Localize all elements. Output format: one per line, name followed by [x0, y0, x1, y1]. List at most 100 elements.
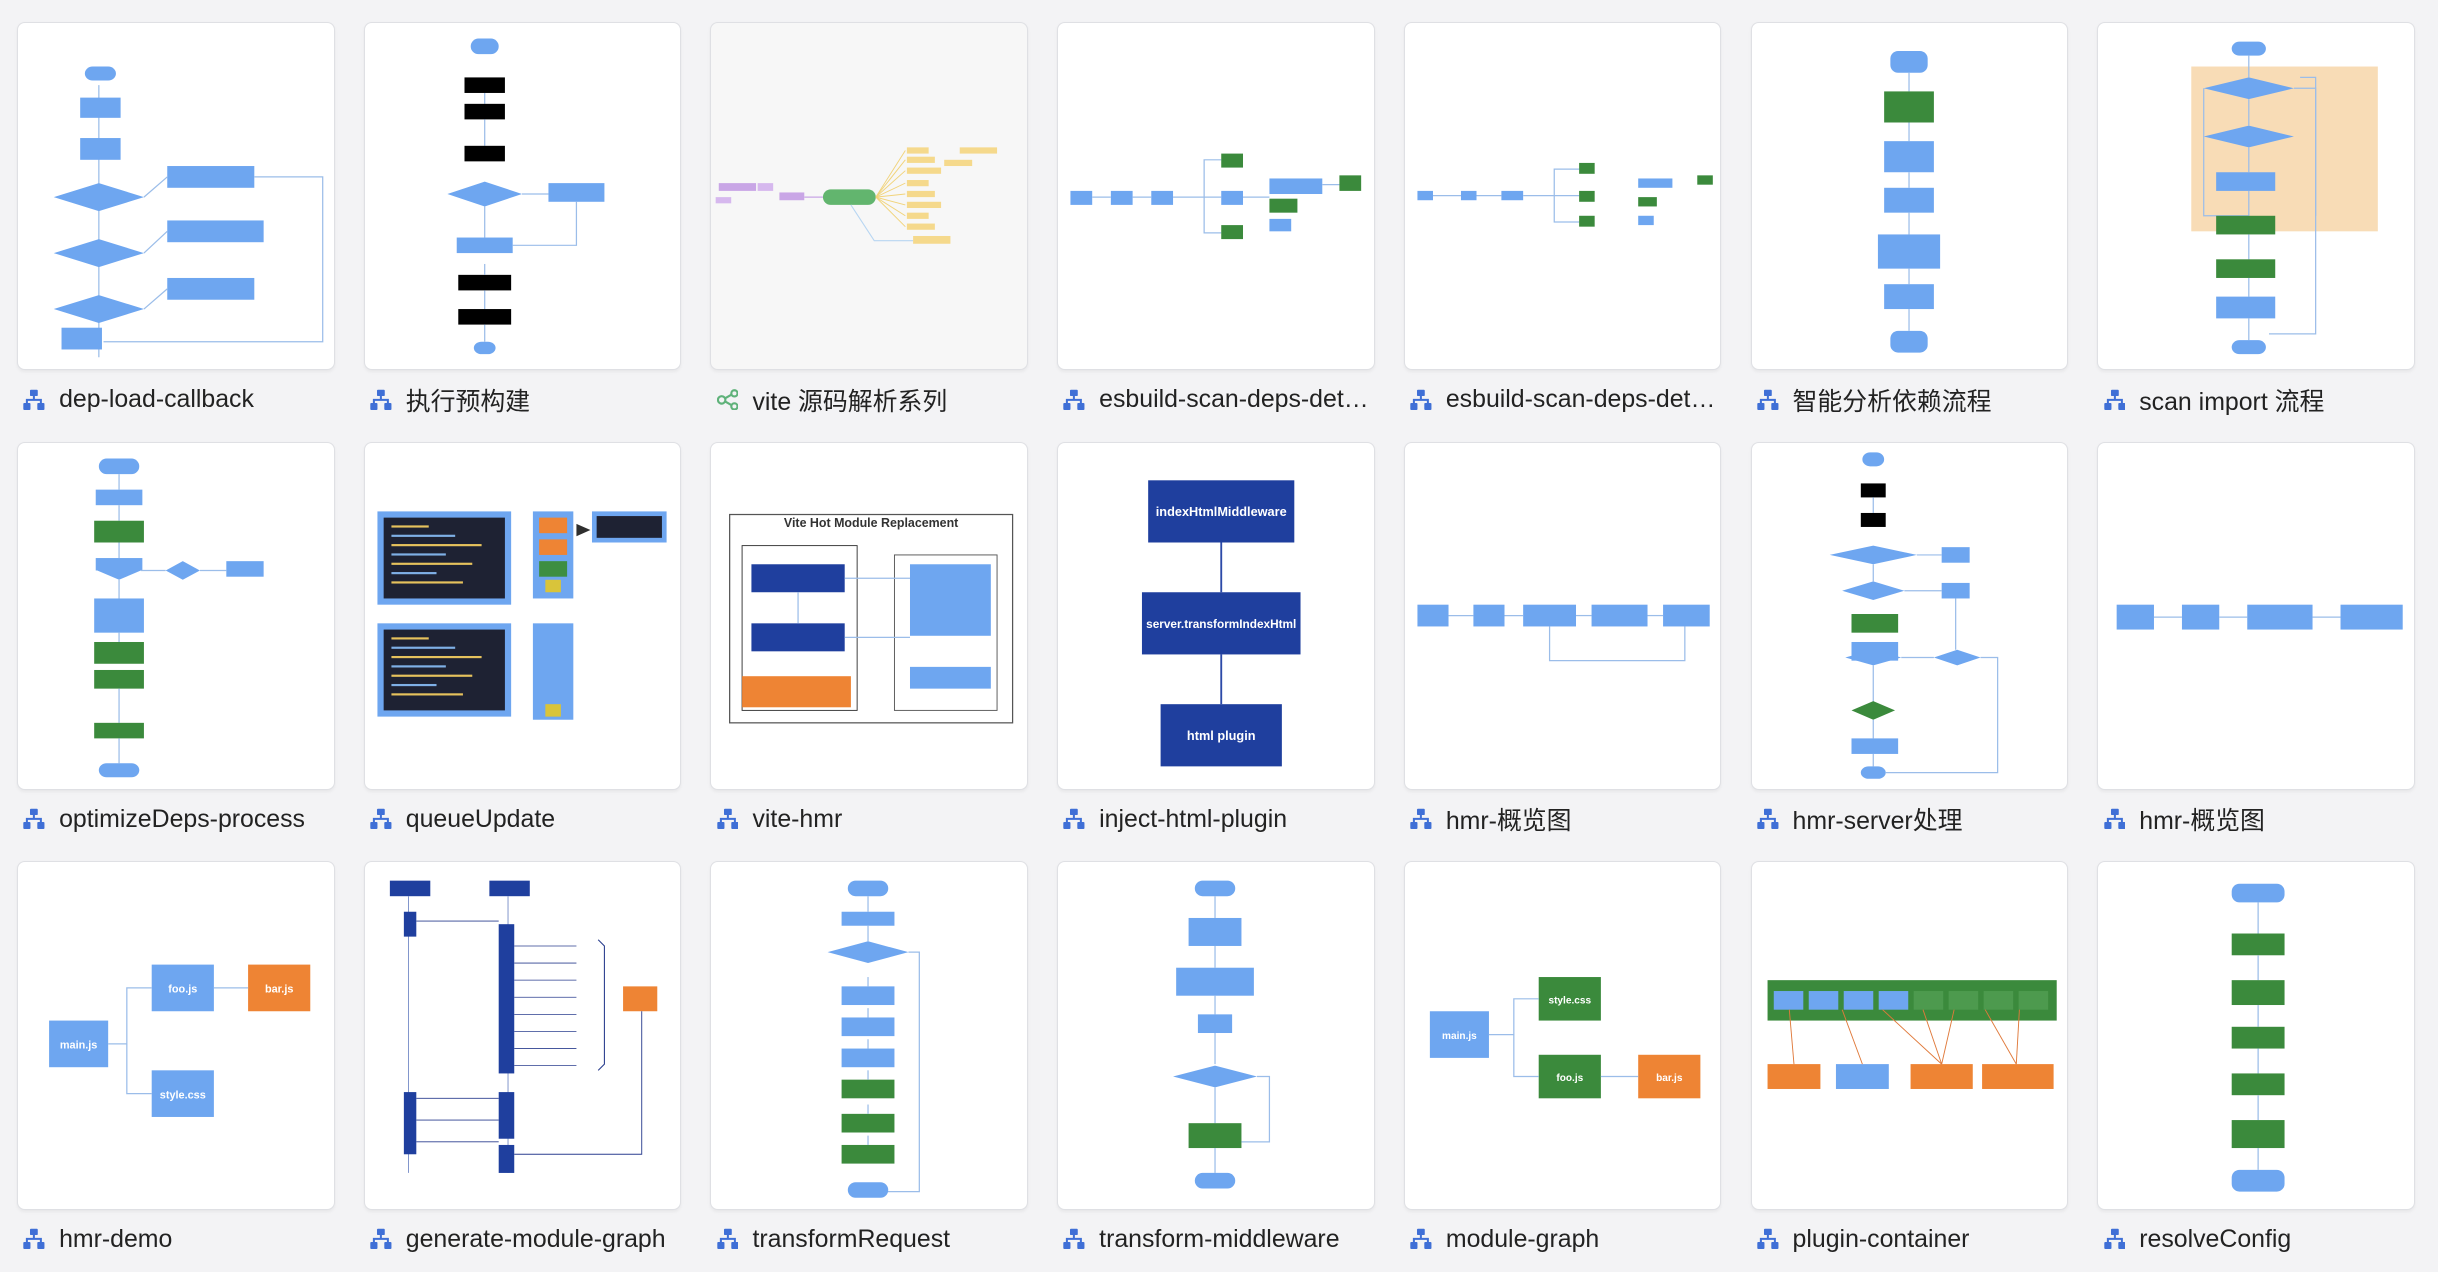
flowchart-icon [1757, 808, 1793, 830]
file-caption[interactable]: scan import 流程 [2103, 382, 2412, 416]
file-title: scan import 流程 [2139, 387, 2325, 416]
file-title: optimizeDeps-process [59, 804, 305, 833]
file-card[interactable]: main.js style.css foo.js bar.js module-graph [1403, 861, 1751, 1257]
file-title: inject-html-plugin [1099, 804, 1288, 833]
file-caption[interactable]: hmr-概览图 [2103, 802, 2412, 836]
flowchart-icon [23, 808, 59, 830]
file-caption[interactable]: vite 源码解析系列 [716, 382, 1025, 416]
flowchart-icon [1063, 808, 1099, 830]
flowchart-icon [23, 389, 59, 411]
diagram-thumbnail[interactable] [710, 861, 1029, 1210]
file-card[interactable]: dep-load-callback [17, 21, 364, 418]
file-card[interactable]: indexHtmlMiddleware server.transformIndex… [1057, 441, 1404, 838]
file-card[interactable]: main.js foo.js bar.js style.css hmr-demo [17, 861, 364, 1257]
file-caption[interactable]: resolveConfig [2103, 1222, 2412, 1256]
file-card[interactable]: transformRequest [710, 861, 1057, 1257]
diagram-thumbnail[interactable] [1750, 861, 2069, 1210]
flowchart-icon [1757, 389, 1793, 411]
flowchart-icon [2103, 389, 2140, 411]
svg-text:bar.js: bar.js [1656, 1074, 1683, 1085]
diagram-thumbnail[interactable] [2097, 861, 2415, 1210]
flowchart-icon [370, 389, 406, 411]
flowchart-icon [1757, 1228, 1793, 1250]
svg-text:foo.js: foo.js [1556, 1074, 1583, 1085]
file-caption[interactable]: module-graph [1410, 1222, 1718, 1256]
file-caption[interactable]: optimizeDeps-process [23, 802, 331, 836]
file-caption[interactable]: vite-hmr [717, 802, 1025, 836]
diagram-thumbnail[interactable] [2097, 441, 2415, 791]
diagram-thumbnail[interactable]: Vite Hot Module Replacement [710, 441, 1029, 791]
file-title: hmr-概览图 [2139, 807, 2265, 836]
diagram-thumbnail[interactable]: main.js foo.js bar.js style.css [17, 861, 335, 1210]
file-card[interactable]: esbuild-scan-deps-details [1403, 21, 1751, 418]
flowchart-icon [23, 1228, 59, 1250]
diagram-thumbnail[interactable] [1403, 21, 1722, 371]
file-title: hmr-server处理 [1792, 807, 1963, 836]
file-card[interactable]: vite 源码解析系列 [710, 21, 1057, 418]
file-caption[interactable]: 执行预构建 [370, 382, 678, 416]
flowchart-icon [1063, 389, 1099, 411]
file-caption[interactable]: 智能分析依赖流程 [1757, 382, 2065, 416]
file-card[interactable]: scan import 流程 [2097, 21, 2437, 418]
file-card[interactable]: generate-module-graph [363, 861, 711, 1257]
flowchart-icon [1410, 1228, 1446, 1250]
diagram-thumbnail[interactable]: main.js style.css foo.js bar.js [1403, 861, 1722, 1210]
diagram-thumbnail[interactable] [1403, 441, 1722, 791]
svg-text:bar.js: bar.js [265, 984, 293, 996]
file-caption[interactable]: plugin-container [1757, 1222, 2065, 1256]
file-card[interactable]: 执行预构建 [363, 21, 711, 418]
file-caption[interactable]: hmr-server处理 [1757, 802, 2065, 836]
file-title: esbuild-scan-deps-details [1099, 385, 1372, 414]
file-title: plugin-container [1792, 1224, 1970, 1253]
svg-text:html plugin: html plugin [1187, 727, 1256, 742]
file-card[interactable]: transform-middleware [1057, 861, 1404, 1257]
file-grid: dep-load-callback 执行预构建 vite 源码解析系列 esbuild… [0, 0, 2438, 1272]
file-card[interactable]: esbuild-scan-deps-details [1057, 21, 1404, 418]
file-caption[interactable]: hmr-概览图 [1410, 802, 1718, 836]
diagram-thumbnail[interactable] [1750, 21, 2069, 371]
file-card[interactable]: 智能分析依赖流程 [1750, 21, 2098, 418]
file-caption[interactable]: queueUpdate [370, 802, 678, 836]
file-caption[interactable]: transform-middleware [1063, 1222, 1371, 1256]
diagram-thumbnail[interactable] [363, 861, 682, 1210]
diagram-thumbnail[interactable] [17, 441, 335, 791]
mindmap-icon [716, 388, 753, 411]
file-caption[interactable]: hmr-demo [23, 1222, 331, 1256]
file-title: vite 源码解析系列 [752, 387, 948, 416]
file-title: module-graph [1445, 1224, 1600, 1253]
file-caption[interactable]: inject-html-plugin [1063, 802, 1371, 836]
diagram-thumbnail[interactable] [363, 441, 682, 791]
file-title: 智能分析依赖流程 [1792, 387, 1992, 416]
file-title: esbuild-scan-deps-details [1445, 385, 1718, 414]
file-caption[interactable]: dep-load-callback [23, 382, 331, 416]
diagram-thumbnail[interactable] [2097, 21, 2415, 371]
svg-text:Vite Hot Module Replacement: Vite Hot Module Replacement [784, 515, 958, 529]
file-card[interactable]: hmr-概览图 [1403, 441, 1751, 838]
diagram-thumbnail[interactable] [1057, 21, 1375, 371]
diagram-thumbnail[interactable] [363, 21, 682, 371]
file-card[interactable]: plugin-container [1750, 861, 2098, 1257]
flowchart-icon [370, 1228, 406, 1250]
file-card[interactable]: Vite Hot Module Replacement vite-hmr [710, 441, 1057, 838]
flowchart-icon [717, 808, 753, 830]
file-caption[interactable]: generate-module-graph [370, 1222, 678, 1256]
file-card[interactable]: hmr-概览图 [2097, 441, 2437, 838]
file-card[interactable]: hmr-server处理 [1750, 441, 2098, 838]
svg-text:style.css: style.css [160, 1090, 206, 1102]
diagram-thumbnail[interactable] [17, 21, 335, 371]
file-card[interactable]: queueUpdate [363, 441, 711, 838]
diagram-thumbnail[interactable] [710, 21, 1029, 371]
flowchart-icon [1410, 808, 1446, 830]
file-card[interactable]: resolveConfig [2097, 861, 2437, 1257]
file-title: resolveConfig [2139, 1224, 2292, 1253]
diagram-thumbnail[interactable]: indexHtmlMiddleware server.transformIndex… [1057, 441, 1375, 791]
svg-text:server.transformIndexHtml: server.transformIndexHtml [1146, 617, 1296, 631]
diagram-thumbnail[interactable] [1057, 861, 1375, 1210]
file-title: transform-middleware [1099, 1224, 1340, 1253]
file-caption[interactable]: transformRequest [717, 1222, 1025, 1256]
file-title: hmr-demo [59, 1224, 173, 1253]
file-caption[interactable]: esbuild-scan-deps-details [1063, 382, 1371, 416]
file-card[interactable]: optimizeDeps-process [17, 441, 364, 838]
diagram-thumbnail[interactable] [1750, 441, 2069, 791]
file-caption[interactable]: esbuild-scan-deps-details [1410, 382, 1718, 416]
